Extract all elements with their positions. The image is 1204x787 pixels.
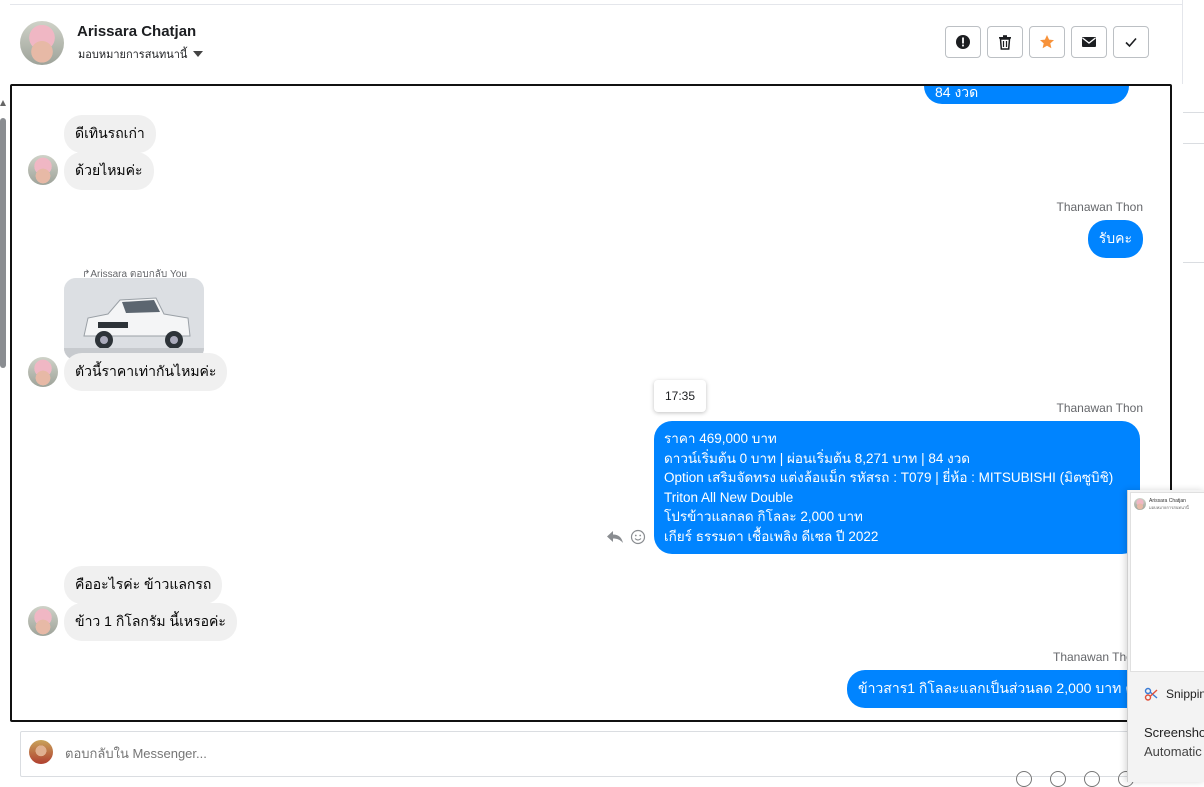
spam-button[interactable]: [945, 26, 981, 58]
star-button[interactable]: [1029, 26, 1065, 58]
assign-label: มอบหมายการสนทนานี้: [78, 49, 188, 61]
message-bubble-incoming[interactable]: ดีเทินรถเก่า: [64, 115, 156, 153]
divider: [1183, 143, 1204, 144]
message-bubble-outgoing[interactable]: ราคา 469,000 บาท ดาวน์เริ่มต้น 0 บาท | ผ…: [654, 421, 1140, 554]
delete-button[interactable]: [987, 26, 1023, 58]
screenshot-thumbnail[interactable]: Arissara Chatjan มอบหมายการสนทนานี้: [1130, 492, 1204, 672]
app-name: Snippin: [1166, 687, 1204, 701]
message-line: โปรข้าวแลกลด กิโลละ 2,000 บาท: [664, 509, 863, 524]
emoji-icon[interactable]: [1084, 771, 1100, 787]
caret-down-icon: [193, 51, 204, 57]
scroll-up-arrow-icon[interactable]: [0, 100, 6, 106]
star-icon: [1040, 35, 1054, 49]
message-line: Option เสริมจัดทรง แต่งล้อแม็ก รหัสรถ : …: [664, 470, 1114, 485]
message-thread: 84 งวด ดีเทินรถเก่า ด้วยไหมค่ะ Thanawan …: [10, 84, 1172, 722]
alert-circle-icon: [956, 35, 970, 49]
avatar: [28, 606, 58, 636]
message-bubble-incoming[interactable]: ข้าว 1 กิโลกรัม นี้เหรอค่ะ: [64, 603, 237, 641]
message-line: ราคา 469,000 บาท: [664, 431, 777, 446]
thumb-subtitle: มอบหมายการสนทนานี้: [1149, 505, 1189, 510]
composer-toolbar: [1016, 771, 1134, 787]
reply-composer[interactable]: [20, 731, 1130, 777]
snipping-tool-notification[interactable]: Arissara Chatjan มอบหมายการสนทนานี้ Snip…: [1127, 490, 1204, 782]
sender-name: Thanawan Thon: [1056, 200, 1143, 214]
action-toolbar: [945, 26, 1149, 58]
message-actions: [606, 529, 646, 545]
reply-icon[interactable]: [606, 530, 624, 544]
divider: [1183, 112, 1204, 113]
reply-input[interactable]: [65, 746, 665, 761]
message-text: 84 งวด: [935, 84, 979, 100]
emoji-reaction-icon[interactable]: [630, 529, 646, 545]
attach-icon[interactable]: [1016, 771, 1032, 787]
message-line: ดาวน์เริ่มต้น 0 บาท | ผ่อนเริ่มต้น 8,271…: [664, 450, 971, 466]
message-line: Triton All New Double: [664, 489, 794, 505]
scissors-icon: [1144, 687, 1158, 701]
pickup-truck-image: [64, 278, 204, 360]
contact-name[interactable]: Arissara Chatjan: [77, 23, 196, 40]
app-label: Snippin: [1144, 687, 1204, 701]
mail-icon: [1082, 37, 1096, 47]
message-bubble-outgoing[interactable]: รับคะ: [1087, 220, 1143, 258]
scrollbar[interactable]: [0, 118, 6, 368]
sender-name: Thanawan Thon: [1056, 401, 1143, 415]
divider: [10, 4, 1182, 5]
assign-conversation-dropdown[interactable]: มอบหมายการสนทนานี้: [78, 45, 204, 63]
message-bubble-outgoing[interactable]: 84 งวด: [924, 84, 1129, 104]
image-icon[interactable]: [1050, 771, 1066, 787]
avatar[interactable]: [20, 21, 64, 65]
message-line: เกียร์ ธรรมดา เชื้อเพลิง ดีเซล ปี 2022: [664, 528, 879, 544]
notification-subtitle: Automatic: [1144, 744, 1202, 759]
avatar: [28, 357, 58, 387]
message-bubble-incoming[interactable]: คืออะไรค่ะ ข้าวแลกรถ: [64, 566, 223, 604]
message-bubble-incoming[interactable]: ด้วยไหมค่ะ: [64, 152, 154, 190]
message-bubble-outgoing[interactable]: ข้าวสาร1 กิโลละแลกเป็นส่วนลด 2,000 บาท ค…: [847, 670, 1154, 708]
message-bubble-incoming[interactable]: ตัวนี้ราคาเท่ากันไหมค่ะ: [64, 353, 228, 391]
mark-unread-button[interactable]: [1071, 26, 1107, 58]
conversation-header: Arissara Chatjan มอบหมายการสนทนานี้: [0, 0, 1183, 84]
divider: [1183, 262, 1204, 263]
trash-icon: [999, 35, 1011, 50]
done-button[interactable]: [1113, 26, 1149, 58]
avatar: [1134, 498, 1146, 510]
avatar: [28, 155, 58, 185]
timestamp-tooltip: 17:35: [654, 380, 706, 412]
replied-image[interactable]: [64, 278, 204, 360]
page-avatar: [29, 740, 53, 764]
check-icon: [1125, 37, 1137, 48]
notification-title: Screensho: [1144, 725, 1204, 740]
